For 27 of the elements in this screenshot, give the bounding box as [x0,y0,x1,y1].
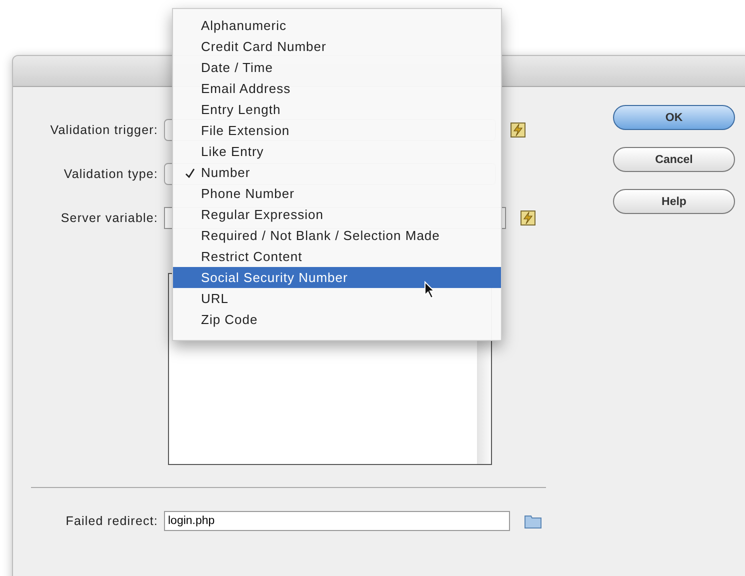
input-field[interactable]: login.php [164,511,510,531]
menu-item[interactable]: Date / Time [173,57,501,78]
dialog-button[interactable]: Help [613,189,735,214]
menu-item[interactable]: Required / Not Blank / Selection Made [173,225,501,246]
field-label: Validation trigger: [49,123,159,137]
menu-item[interactable]: URL [173,288,501,309]
menu-item[interactable]: Phone Number [173,183,501,204]
folder-icon[interactable] [524,513,542,529]
lightning-bolt-icon[interactable] [510,122,526,138]
menu-item[interactable]: Restrict Content [173,246,501,267]
menu-item[interactable]: Entry Length [173,99,501,120]
dialog-button[interactable]: OK [613,105,735,130]
field-label: Failed redirect: [64,514,159,528]
menu-item[interactable]: Credit Card Number [173,36,501,57]
menu-item[interactable]: Email Address [173,78,501,99]
menu-item[interactable]: Social Security Number [173,267,501,288]
menu-item[interactable]: Alphanumeric [173,15,501,36]
menu-item[interactable]: Like Entry [173,141,501,162]
dialog-button[interactable]: Cancel [613,147,735,172]
field-label: Server variable: [60,211,159,225]
menu-item[interactable]: Number [173,162,501,183]
field-label: Validation type: [62,167,159,181]
menu-item[interactable]: Zip Code [173,309,501,330]
menu-item[interactable]: File Extension [173,120,501,141]
lightning-bolt-icon[interactable] [520,210,536,226]
menu-item[interactable]: Regular Expression [173,204,501,225]
cursor-icon [424,281,436,299]
